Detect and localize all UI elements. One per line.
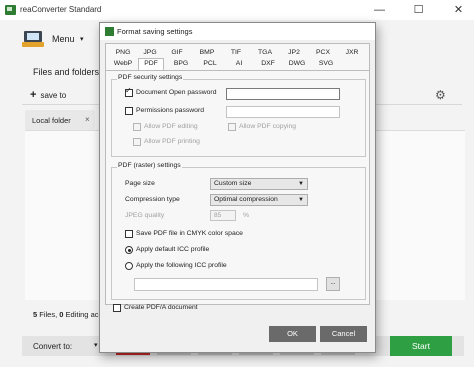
page-size-label: Page size <box>125 180 155 187</box>
allow-printing-label: Allow PDF printing <box>144 138 200 145</box>
icc-default-radio[interactable] <box>125 246 133 254</box>
compression-select[interactable]: Optimal compression ▼ <box>210 194 308 206</box>
compression-label: Compression type <box>125 196 180 203</box>
tab-local-folder-label: Local folder <box>32 116 71 125</box>
tab-pdf[interactable]: PDF <box>138 58 164 70</box>
dialog-title: Format saving settings <box>117 27 193 36</box>
jpeg-quality-label: JPEG quality <box>125 212 165 219</box>
pdf-security-group: PDF security settings Document Open pass… <box>111 74 366 157</box>
app-logo-icon <box>5 5 16 15</box>
allow-editing-label: Allow PDF editing <box>144 123 198 130</box>
ok-button[interactable]: OK <box>269 326 316 342</box>
menu-label: Menu <box>52 34 75 44</box>
allow-copying-checkbox[interactable] <box>228 123 236 131</box>
format-saving-settings-dialog: Format saving settings PNG JPG GIF BMP T… <box>99 22 376 353</box>
page-size-select[interactable]: Custom size ▼ <box>210 178 308 190</box>
pdf-raster-group: PDF (raster) settings Page size Custom s… <box>111 162 366 300</box>
jpeg-quality-unit: % <box>243 212 250 219</box>
dialog-title-bar: Format saving settings <box>100 23 375 40</box>
chevron-down-icon[interactable]: ▾ <box>94 341 98 349</box>
permissions-password-input[interactable] <box>226 106 340 118</box>
close-tab-icon[interactable]: × <box>85 115 90 124</box>
allow-editing-checkbox[interactable] <box>133 123 141 131</box>
maximize-button[interactable]: ☐ <box>405 0 432 20</box>
tab-jxr[interactable]: JXR <box>339 48 365 58</box>
open-password-checkbox[interactable] <box>125 86 133 97</box>
save-to-button[interactable]: + save to <box>30 89 66 101</box>
cmyk-label: Save PDF file in CMYK color space <box>136 230 243 237</box>
cancel-button[interactable]: Cancel <box>320 326 367 342</box>
icc-following-radio[interactable] <box>125 262 133 270</box>
tab-gif[interactable]: GIF <box>164 48 190 58</box>
close-button[interactable]: ✕ <box>445 0 472 20</box>
tab-jp2[interactable]: JP2 <box>281 48 307 58</box>
save-to-label: save to <box>40 91 67 100</box>
create-pdfa-label: Create PDF/A document <box>124 304 198 311</box>
tab-local-folder[interactable]: Local folder × <box>25 110 95 130</box>
editing-count: 0 <box>59 310 64 319</box>
editing-word: Editing ac <box>65 310 99 319</box>
compression-value: Optimal compression <box>214 196 278 203</box>
files-count: 5 <box>33 310 38 319</box>
jpeg-quality-value: 85 <box>214 212 222 219</box>
icc-profile-path-input[interactable] <box>134 278 318 291</box>
tab-pcx[interactable]: PCX <box>310 48 336 58</box>
pdf-raster-title: PDF (raster) settings <box>117 162 182 169</box>
browse-icc-button[interactable]: ... <box>326 277 340 291</box>
tab-webp[interactable]: WebP <box>110 59 136 69</box>
format-tabs-panel: PNG JPG GIF BMP TIF TGA JP2 PCX JXR WebP… <box>105 43 370 305</box>
page-size-value: Custom size <box>214 180 252 187</box>
chevron-down-icon: ▾ <box>80 36 84 43</box>
tab-ai[interactable]: AI <box>226 59 252 69</box>
tab-bmp[interactable]: BMP <box>194 48 220 58</box>
status-bar: 5 Files, 0 Editing ac <box>33 310 98 319</box>
permissions-password-label: Permissions password <box>136 107 204 114</box>
gear-icon[interactable]: ⚙ <box>435 88 446 102</box>
tab-tif[interactable]: TIF <box>223 48 249 58</box>
icc-following-label: Apply the following ICC profile <box>136 262 227 269</box>
pdf-security-title: PDF security settings <box>117 74 184 81</box>
convert-to-label: Convert to: <box>33 342 73 351</box>
jpeg-quality-spinner[interactable]: 85 <box>210 210 236 221</box>
open-password-input[interactable] <box>226 88 340 100</box>
app-title: reaConverter Standard <box>20 5 102 14</box>
allow-printing-checkbox[interactable] <box>133 138 141 146</box>
icc-default-label: Apply default ICC profile <box>136 246 210 253</box>
plus-icon: + <box>30 89 37 101</box>
tab-dwg[interactable]: DWG <box>284 59 310 69</box>
tab-bpg[interactable]: BPG <box>168 59 194 69</box>
files-word: Files, <box>39 310 58 319</box>
open-password-label: Document Open password <box>136 89 217 96</box>
files-and-folders-heading: Files and folders <box>33 67 100 77</box>
permissions-password-checkbox[interactable] <box>125 107 133 115</box>
tab-tga[interactable]: TGA <box>252 48 278 58</box>
chevron-down-icon: ▼ <box>298 197 304 203</box>
tab-pcl[interactable]: PCL <box>197 59 223 69</box>
tab-png[interactable]: PNG <box>110 48 136 58</box>
minimize-button[interactable]: — <box>366 0 393 20</box>
tab-svg[interactable]: SVG <box>313 59 339 69</box>
start-button[interactable]: Start <box>390 336 452 356</box>
create-pdfa-checkbox[interactable] <box>113 304 121 312</box>
cmyk-checkbox[interactable] <box>125 230 133 238</box>
title-bar: reaConverter Standard — ☐ ✕ <box>0 0 474 20</box>
computer-logo-icon <box>22 30 46 48</box>
dialog-logo-icon <box>105 27 114 36</box>
chevron-down-icon: ▼ <box>298 181 304 187</box>
tab-jpg[interactable]: JPG <box>137 48 163 58</box>
allow-copying-label: Allow PDF copying <box>239 123 297 130</box>
tab-dxf[interactable]: DXF <box>255 59 281 69</box>
